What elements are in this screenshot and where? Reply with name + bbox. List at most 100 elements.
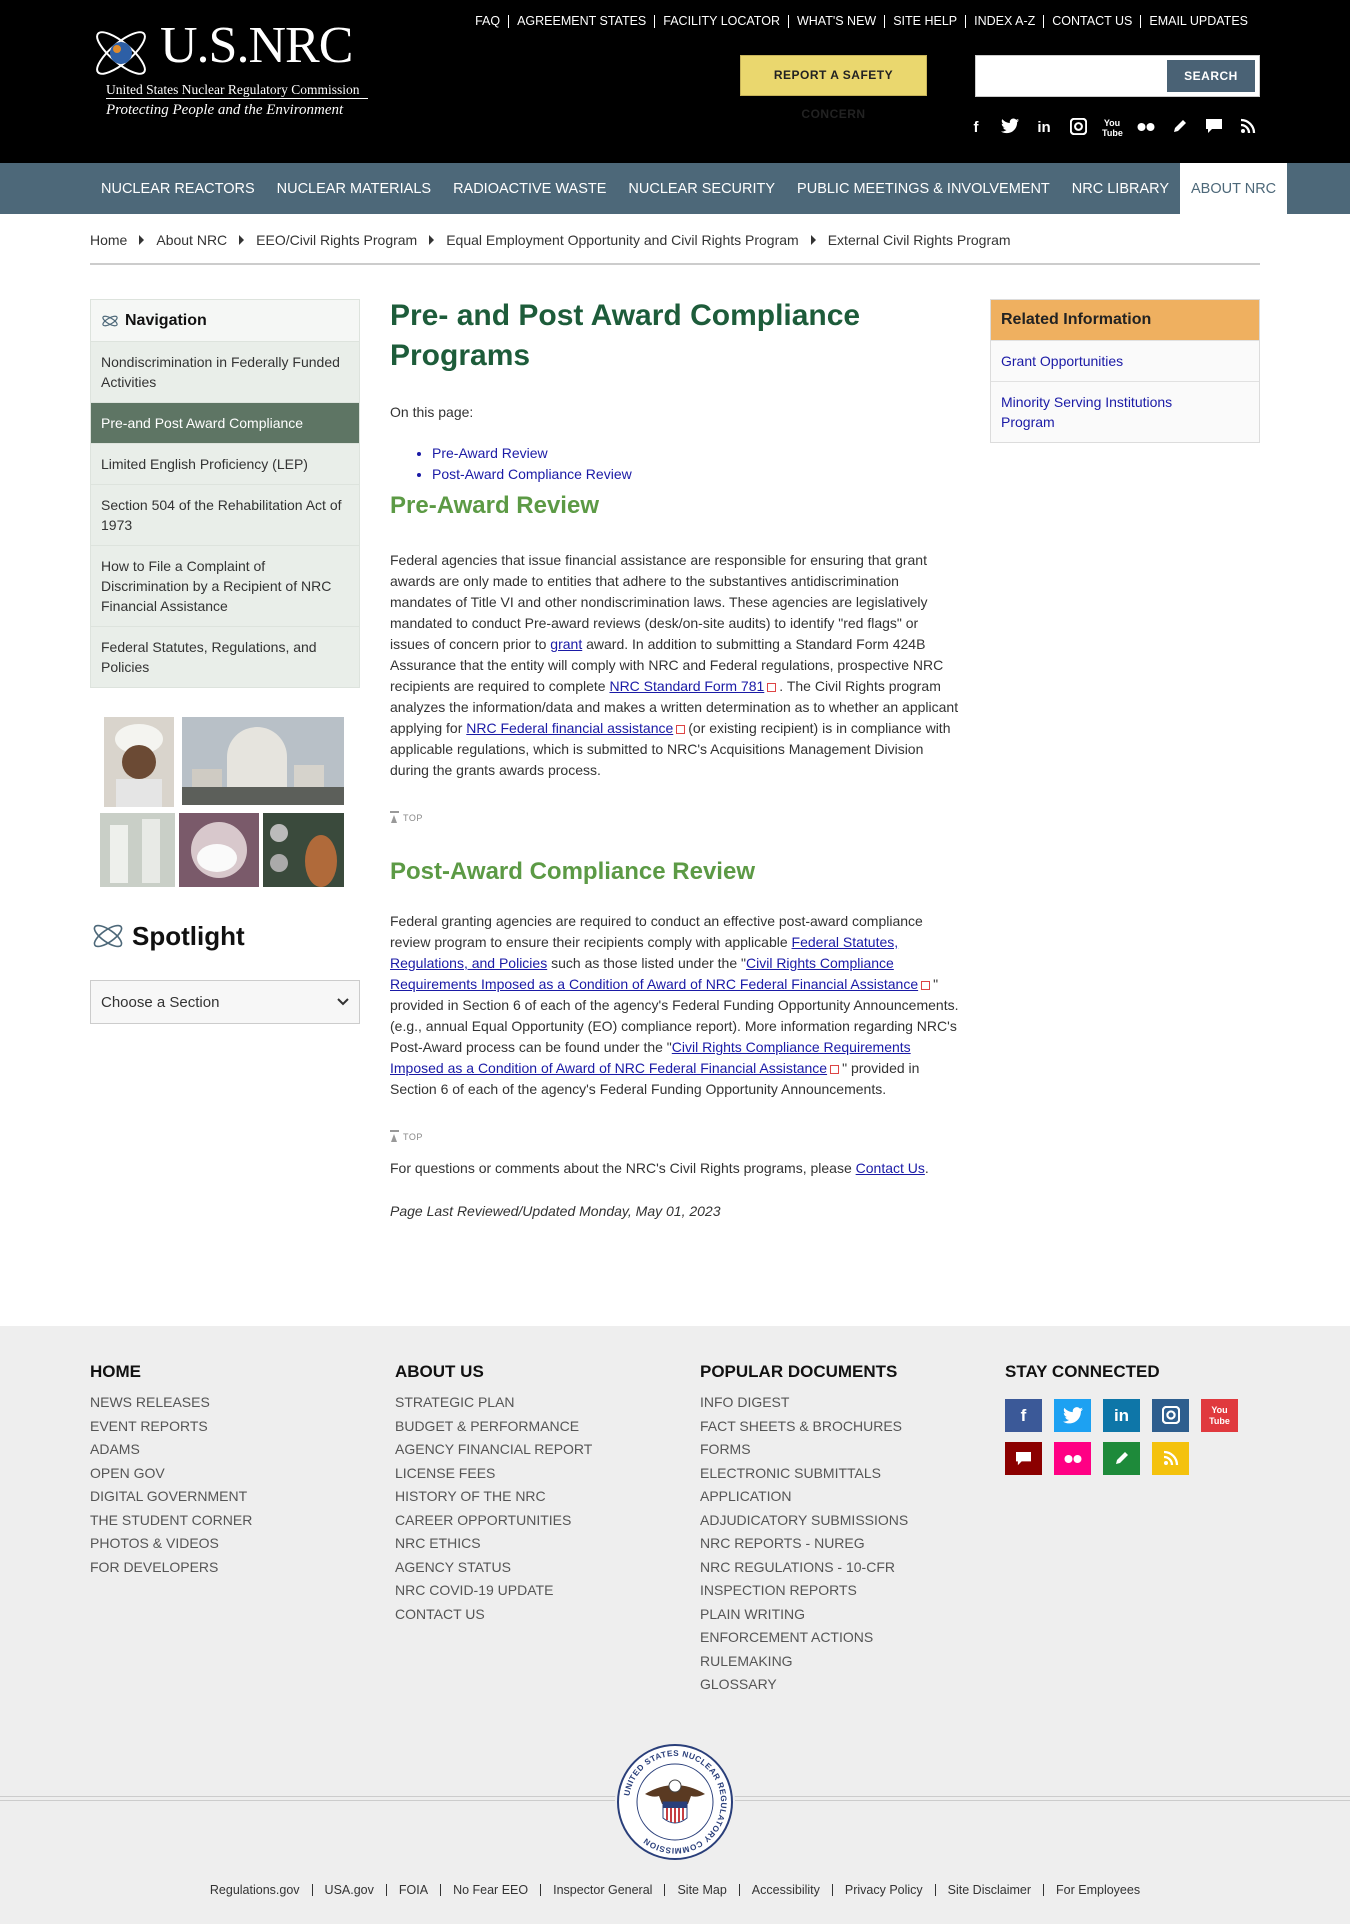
nav-nuclear-reactors[interactable]: NUCLEAR REACTORS xyxy=(90,163,266,214)
footer-link[interactable]: ELECTRONIC SUBMITTALS xyxy=(700,1462,908,1486)
util-link-contact[interactable]: CONTACT US xyxy=(1043,15,1140,28)
flickr-icon[interactable] xyxy=(1054,1442,1091,1475)
util-link-agreement-states[interactable]: AGREEMENT STATES xyxy=(508,15,654,28)
nrc-form-781-link[interactable]: NRC Standard Form 781 xyxy=(609,678,764,694)
choose-section-dropdown[interactable]: Choose a Section xyxy=(90,980,360,1024)
breadcrumb-eeo[interactable]: EEO/Civil Rights Program xyxy=(256,232,417,248)
footer-bottom-link[interactable]: USA.gov xyxy=(311,1884,386,1896)
youtube-icon[interactable]: You Tube xyxy=(1201,1399,1238,1432)
linkedin-icon[interactable]: in xyxy=(1103,1399,1140,1432)
breadcrumb-about-nrc[interactable]: About NRC xyxy=(156,232,227,248)
chat-icon[interactable] xyxy=(1204,118,1224,138)
footer-link[interactable]: THE STUDENT CORNER xyxy=(90,1509,252,1533)
footer-bottom-link[interactable]: Privacy Policy xyxy=(831,1884,935,1896)
footer-bottom-link[interactable]: Accessibility xyxy=(738,1884,832,1896)
footer-bottom-link[interactable]: No Fear EEO xyxy=(440,1884,540,1896)
util-link-site-help[interactable]: SITE HELP xyxy=(884,15,965,28)
grant-link[interactable]: grant xyxy=(550,636,582,652)
footer-link[interactable]: NEWS RELEASES xyxy=(90,1391,252,1415)
nav-about-nrc[interactable]: ABOUT NRC xyxy=(1180,163,1288,214)
footer-link[interactable]: FACT SHEETS & BROCHURES xyxy=(700,1415,908,1439)
sidebar-item-section-504[interactable]: Section 504 of the Rehabilitation Act of… xyxy=(91,485,359,546)
footer-link[interactable]: ADJUDICATORY SUBMISSIONS xyxy=(700,1509,908,1533)
sidebar-item-federal-statutes[interactable]: Federal Statutes, Regulations, and Polic… xyxy=(91,627,359,687)
breadcrumb-eeo-civil-rights[interactable]: Equal Employment Opportunity and Civil R… xyxy=(446,232,799,248)
nrc-financial-assistance-link[interactable]: NRC Federal financial assistance xyxy=(466,720,673,736)
youtube-icon[interactable]: You Tube xyxy=(1102,118,1123,138)
sidebar-item-file-complaint[interactable]: How to File a Complaint of Discriminatio… xyxy=(91,546,359,627)
footer-link[interactable]: AGENCY FINANCIAL REPORT xyxy=(395,1438,592,1462)
linkedin-icon[interactable]: in xyxy=(1034,118,1054,138)
footer-link[interactable]: INFO DIGEST xyxy=(700,1391,908,1415)
nav-public-meetings[interactable]: PUBLIC MEETINGS & INVOLVEMENT xyxy=(786,163,1061,214)
footer-link[interactable]: NRC REPORTS - NUREG xyxy=(700,1532,908,1556)
related-link-minority-serving-institutions[interactable]: Minority Serving Institutions Program xyxy=(991,381,1259,442)
facebook-icon[interactable]: f xyxy=(966,118,986,138)
footer-bottom-link[interactable]: FOIA xyxy=(385,1884,440,1896)
sidebar-item-pre-post-award[interactable]: Pre-and Post Award Compliance xyxy=(91,403,359,444)
toc-link-pre-award[interactable]: Pre-Award Review xyxy=(432,445,548,461)
instagram-icon[interactable] xyxy=(1068,117,1088,138)
rss-icon[interactable] xyxy=(1238,118,1258,138)
footer-link[interactable]: RULEMAKING xyxy=(700,1650,908,1674)
instagram-icon[interactable] xyxy=(1152,1399,1189,1432)
footer-link[interactable]: DIGITAL GOVERNMENT xyxy=(90,1485,252,1509)
util-link-whats-new[interactable]: WHAT'S NEW xyxy=(787,15,884,28)
blog-icon[interactable] xyxy=(1170,118,1190,138)
breadcrumb-home[interactable]: Home xyxy=(90,232,127,248)
footer-link[interactable]: EVENT REPORTS xyxy=(90,1415,252,1439)
footer-link[interactable]: OPEN GOV xyxy=(90,1462,252,1486)
footer-link[interactable]: INSPECTION REPORTS xyxy=(700,1579,908,1603)
footer-bottom-link[interactable]: Inspector General xyxy=(540,1884,664,1896)
toc-link-post-award[interactable]: Post-Award Compliance Review xyxy=(432,466,632,482)
footer-bottom-link[interactable]: Site Map xyxy=(664,1884,738,1896)
footer-link[interactable]: LICENSE FEES xyxy=(395,1462,592,1486)
nav-radioactive-waste[interactable]: RADIOACTIVE WASTE xyxy=(442,163,617,214)
chat-icon[interactable] xyxy=(1005,1442,1042,1475)
nav-nuclear-security[interactable]: NUCLEAR SECURITY xyxy=(617,163,786,214)
related-link-grant-opportunities[interactable]: Grant Opportunities xyxy=(991,340,1259,381)
twitter-icon[interactable] xyxy=(1000,118,1020,138)
footer-bottom-link[interactable]: Site Disclaimer xyxy=(934,1884,1043,1896)
twitter-icon[interactable] xyxy=(1054,1399,1091,1432)
nrc-logo[interactable]: U.S.NRC United States Nuclear Regulatory… xyxy=(88,18,368,128)
util-link-facility-locator[interactable]: FACILITY LOCATOR xyxy=(654,15,788,28)
breadcrumb-external-civil-rights[interactable]: External Civil Rights Program xyxy=(828,232,1011,248)
back-to-top-link[interactable]: TOP xyxy=(390,809,960,823)
report-safety-concern-button[interactable]: REPORT A SAFETY CONCERN xyxy=(740,55,927,121)
blog-icon[interactable] xyxy=(1103,1442,1140,1475)
footer-link[interactable]: ENFORCEMENT ACTIONS xyxy=(700,1626,908,1650)
footer-link[interactable]: AGENCY STATUS xyxy=(395,1556,592,1580)
footer-bottom-link[interactable]: Regulations.gov xyxy=(198,1884,312,1897)
sidebar-item-nondiscrimination[interactable]: Nondiscrimination in Federally Funded Ac… xyxy=(91,342,359,403)
footer-link[interactable]: NRC COVID-19 UPDATE xyxy=(395,1579,592,1603)
footer-link[interactable]: FORMS xyxy=(700,1438,908,1462)
util-link-faq[interactable]: FAQ xyxy=(467,15,508,28)
flickr-icon[interactable] xyxy=(1136,118,1156,138)
search-button[interactable]: SEARCH xyxy=(1167,60,1255,92)
footer-link[interactable]: PHOTOS & VIDEOS xyxy=(90,1532,252,1556)
contact-us-link[interactable]: Contact Us xyxy=(856,1160,925,1176)
footer-link[interactable]: ADAMS xyxy=(90,1438,252,1462)
footer-link[interactable]: CAREER OPPORTUNITIES xyxy=(395,1509,592,1533)
footer-link[interactable]: PLAIN WRITING xyxy=(700,1603,908,1627)
footer-link[interactable]: HISTORY OF THE NRC xyxy=(395,1485,592,1509)
footer-link[interactable]: APPLICATION xyxy=(700,1485,908,1509)
footer-link[interactable]: NRC REGULATIONS - 10-CFR xyxy=(700,1556,908,1580)
footer-link[interactable]: BUDGET & PERFORMANCE xyxy=(395,1415,592,1439)
footer-link[interactable]: STRATEGIC PLAN xyxy=(395,1391,592,1415)
search-input[interactable] xyxy=(982,62,1172,90)
footer-link[interactable]: GLOSSARY xyxy=(700,1673,908,1697)
rss-icon[interactable] xyxy=(1152,1442,1189,1475)
back-to-top-link[interactable]: TOP xyxy=(390,1128,960,1142)
nav-nrc-library[interactable]: NRC LIBRARY xyxy=(1061,163,1180,214)
footer-link[interactable]: FOR DEVELOPERS xyxy=(90,1556,252,1580)
sidebar-item-lep[interactable]: Limited English Proficiency (LEP) xyxy=(91,444,359,485)
facebook-icon[interactable]: f xyxy=(1005,1399,1042,1432)
util-link-email-updates[interactable]: EMAIL UPDATES xyxy=(1140,15,1256,28)
footer-link[interactable]: NRC ETHICS xyxy=(395,1532,592,1556)
footer-bottom-link[interactable]: For Employees xyxy=(1043,1884,1152,1896)
footer-link[interactable]: CONTACT US xyxy=(395,1603,592,1627)
nav-nuclear-materials[interactable]: NUCLEAR MATERIALS xyxy=(266,163,442,214)
util-link-index[interactable]: INDEX A-Z xyxy=(965,15,1043,28)
